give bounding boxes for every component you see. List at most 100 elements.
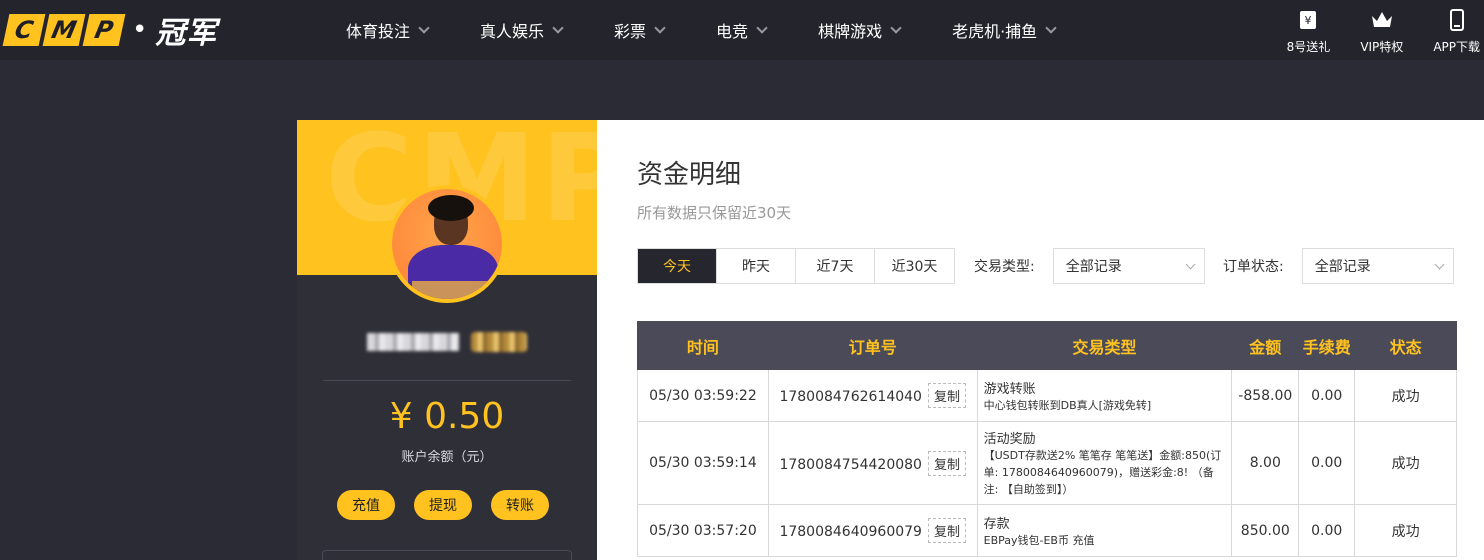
column-header-fee: 手续费 [1298,321,1356,370]
type-description: EBPay钱包-EB币 充值 [983,533,1095,547]
type-description: 中心钱包转账到DB真人[游戏免转] [983,398,1152,412]
tab-today[interactable]: 今天 [638,249,717,283]
cell-time: 05/30 03:59:22 [637,369,769,422]
nav-item-sports[interactable]: 体育投注 [346,18,430,42]
nav-label: 老虎机·捕鱼 [952,22,1038,41]
fund-details-table: 时间 订单号 交易类型 金额 手续费 状态 05/30 03:59:22 178… [637,321,1457,557]
cell-time: 05/30 03:57:20 [637,504,769,557]
nav-item-esports[interactable]: 电竞 [716,18,768,42]
type-title: 存款 [983,516,1010,532]
type-title: 游戏转账 [983,381,1036,397]
tab-last-30-days[interactable]: 近30天 [875,249,954,283]
top-header: C M P • 冠军 体育投注 真人娱乐 彩票 电竞 棋牌游戏 老虎机·捕鱼 ¥… [0,0,1484,60]
cell-amount: -858.00 [1231,369,1300,422]
tab-yesterday[interactable]: 昨天 [717,249,796,283]
cell-type: 存款 EBPay钱包-EB币 充值 [976,504,1233,557]
vip-link[interactable]: VIP特权 [1360,8,1403,55]
vip-label: VIP特权 [1360,40,1404,54]
cell-fee: 0.00 [1298,369,1356,422]
phone-icon [1449,8,1465,32]
chevron-down-icon [654,22,666,34]
avatar[interactable] [388,185,506,303]
nav-label: 棋牌游戏 [818,22,883,41]
crown-icon [1370,8,1394,32]
fund-details-panel: 资金明细 所有数据只保留近30天 今天 昨天 近7天 近30天 交易类型: 全部… [597,120,1484,560]
copy-button[interactable]: 复制 [927,450,966,476]
vip-badge-blurred [471,332,527,352]
nav-label: 体育投注 [346,22,411,41]
nav-item-slots-fishing[interactable]: 老虎机·捕鱼 [952,18,1057,42]
order-status-filter: 订单状态: 全部记录 [1223,248,1454,284]
app-download-label: APP下载 [1433,40,1480,54]
logo-letter-m: M [42,14,86,46]
gift-day-label: 8号送礼 [1286,40,1331,54]
chevron-down-icon [1045,22,1057,34]
column-header-type: 交易类型 [976,321,1233,370]
logo-letter-p: P [82,14,126,46]
deposit-button[interactable]: 充值 [337,490,395,520]
transaction-type-value: 全部记录 [1065,259,1122,275]
table-row: 05/30 03:57:20 1780084640960079 复制 存款 EBP… [637,504,1457,557]
chevron-down-icon [890,22,902,34]
page-title: 资金明细 [637,160,742,190]
cell-fee: 0.00 [1298,421,1356,505]
order-status-value: 全部记录 [1314,259,1371,275]
nav-label: 彩票 [614,22,647,41]
cell-order: 1780084754420080 复制 [767,421,978,505]
cell-order: 1780084762614040 复制 [767,369,978,422]
cell-fee: 0.00 [1298,504,1356,557]
chevron-down-icon [418,22,430,34]
profile-divider [323,380,571,381]
nav-item-card-games[interactable]: 棋牌游戏 [818,18,902,42]
chevron-down-icon [1185,259,1196,270]
transaction-type-label: 交易类型: [974,259,1035,275]
chevron-down-icon [756,22,768,34]
chevron-down-icon [1434,259,1445,270]
order-status-label: 订单状态: [1223,259,1284,275]
main-nav: 体育投注 真人娱乐 彩票 电竞 棋牌游戏 老虎机·捕鱼 [346,0,1107,60]
chevron-down-icon [552,22,564,34]
type-description: 【USDT存款送2% 笔笔存 笔笔送】金额:850(订单: 1780084640… [983,449,1222,496]
type-title: 活动奖励 [983,432,1036,447]
column-header-order: 订单号 [767,321,978,370]
nav-item-lottery[interactable]: 彩票 [614,18,666,42]
cell-time: 05/30 03:59:14 [637,421,769,505]
cell-type: 活动奖励 【USDT存款送2% 笔笔存 笔笔送】金额:850(订单: 17800… [976,421,1233,505]
brand-logo[interactable]: C M P • 冠军 [2,12,217,51]
svg-text:¥: ¥ [1305,14,1312,27]
cell-amount: 850.00 [1231,504,1300,557]
username-blurred [367,333,459,351]
nav-label: 真人娱乐 [480,22,545,41]
app-download-link[interactable]: APP下载 [1433,8,1480,55]
gift-day-link[interactable]: ¥ 8号送礼 [1286,8,1331,55]
date-range-tabs: 今天 昨天 近7天 近30天 [637,248,955,284]
withdraw-button[interactable]: 提现 [414,490,472,520]
avatar-pixelation [412,281,488,299]
table-row: 05/30 03:59:22 1780084762614040 复制 游戏转账 中… [637,369,1457,422]
column-header-time: 时间 [637,321,769,370]
cell-status: 成功 [1354,421,1457,505]
nav-item-live-casino[interactable]: 真人娱乐 [480,18,564,42]
transaction-type-select[interactable]: 全部记录 [1052,248,1205,284]
profile-menu-item[interactable] [322,550,572,560]
account-balance-label: 账户余额（元） [401,450,493,465]
order-status-select[interactable]: 全部记录 [1301,248,1454,284]
cell-order: 1780084640960079 复制 [767,504,978,557]
table-row: 05/30 03:59:14 1780084754420080 复制 活动奖励 【… [637,421,1457,505]
transfer-button[interactable]: 转账 [491,490,549,520]
copy-button[interactable]: 复制 [927,518,966,543]
profile-card: CMP ¥ 0.50 账户余额（元） 充值 提现 转账 [297,120,597,560]
avatar-hair [428,195,474,221]
cell-type: 游戏转账 中心钱包转账到DB真人[游戏免转] [976,369,1233,422]
column-header-amount: 金额 [1231,321,1300,370]
account-balance: ¥ 0.50 [389,396,505,437]
tab-last-7-days[interactable]: 近7天 [796,249,875,283]
cell-status: 成功 [1354,369,1457,422]
logo-letter-c: C [2,14,46,46]
copy-button[interactable]: 复制 [927,383,966,408]
username-row [367,332,527,352]
profile-actions: 充值 提现 转账 [337,490,568,520]
order-number: 1780084762614040 [779,389,922,405]
logo-chinese-text: 冠军 [155,16,218,51]
cell-status: 成功 [1354,504,1457,557]
